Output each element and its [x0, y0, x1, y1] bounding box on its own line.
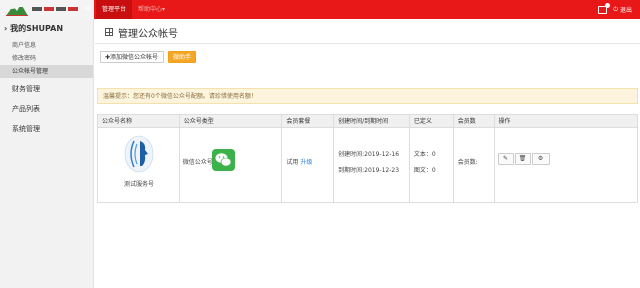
cell-account-type: 微信公众号: [180, 128, 283, 202]
add-account-button[interactable]: ✚添加微信公众帐号: [100, 51, 164, 63]
cell-plan: 试用 升级: [282, 128, 335, 202]
action-buttons: ✎ 🗑 ⚙: [497, 153, 551, 165]
logout-button[interactable]: ⏻ 退出: [613, 5, 632, 15]
cell-account-name: 测试服务号: [98, 128, 180, 202]
sidebar: › 我的SHUPAN 商户信息 修改密码 公众帐号管理 财务管理 产品列表 系统…: [0, 19, 94, 288]
cell-dates: 创建时间:2019-12-16 到期时间:2019-12-23: [334, 128, 410, 202]
table-row: 测试服务号 微信公众号 试用 升级 创建时间:2019-12-16 到期时间:2…: [98, 128, 637, 202]
assistant-button[interactable]: 微助手: [168, 51, 196, 63]
hamburger-icon[interactable]: ≡: [84, 4, 92, 14]
upgrade-link[interactable]: 升级: [300, 159, 312, 166]
column-header: 公众号类型: [180, 115, 283, 128]
cell-actions: ✎ 🗑 ⚙: [495, 128, 637, 202]
sidebar-item-finance[interactable]: 财务管理: [0, 80, 93, 98]
mountain-logo-icon: [6, 4, 28, 16]
sidebar-item-system[interactable]: 系统管理: [0, 120, 93, 138]
nav-help-center[interactable]: 帮助中心▾: [132, 0, 171, 19]
sidebar-item-merchant-info[interactable]: 商户信息: [0, 39, 93, 52]
defined-image-count: 图文：0: [413, 167, 436, 174]
divider: [95, 43, 640, 44]
member-count: 会员数:: [457, 159, 478, 166]
message-icon[interactable]: [598, 2, 611, 14]
gear-icon[interactable]: ⚙: [531, 153, 550, 165]
logo[interactable]: [0, 0, 94, 19]
notification-badge: [605, 2, 611, 8]
chevron-right-icon: ›: [4, 24, 8, 33]
top-right-actions: ⏻ 退出: [598, 0, 632, 19]
power-icon: ⏻: [613, 5, 618, 13]
logo-wordmark: [32, 7, 78, 11]
expiry-date: 到期时间:2019-12-23: [338, 167, 400, 174]
column-header: 操作: [498, 118, 511, 125]
logout-label: 退出: [619, 7, 632, 14]
defined-text-count: 文本：0: [413, 151, 436, 158]
column-header: 已定义: [410, 115, 454, 128]
sidebar-item-products[interactable]: 产品列表: [0, 100, 93, 118]
trash-icon[interactable]: 🗑: [514, 153, 531, 165]
accounts-table: 公众号名称 公众号类型 会员套餐 创建时间/到期时间 已定义 会员数 操作 测试…: [97, 114, 638, 203]
column-header: 创建时间/到期时间: [334, 115, 410, 128]
top-navbar: ≡ 管理平台 帮助中心▾ ⏻ 退出: [0, 0, 640, 19]
grid-icon: [105, 28, 113, 36]
alert-banner: 温馨提示：您还有0个微信公众号配额。请珍惜使用名额！: [97, 88, 638, 104]
account-name: 测试服务号: [123, 181, 154, 188]
nav-management-platform[interactable]: 管理平台: [96, 0, 133, 19]
sidebar-item-change-password[interactable]: 修改密码: [0, 52, 93, 65]
sidebar-item-account-management[interactable]: 公众帐号管理: [0, 65, 93, 78]
account-type: 微信公众号: [182, 159, 213, 166]
sidebar-section-my-shupan[interactable]: › 我的SHUPAN: [0, 19, 93, 39]
plan-name: 试用: [286, 159, 299, 166]
page-title: 管理公众帐号: [105, 25, 178, 40]
main-content: 管理公众帐号 ✚添加微信公众帐号 微助手 温馨提示：您还有0个微信公众号配额。请…: [95, 19, 640, 288]
top-nav: 管理平台 帮助中心▾: [96, 0, 171, 19]
sidebar-section-label: 我的SHUPAN: [10, 24, 64, 33]
cell-defined: 文本：0 图文：0: [410, 128, 454, 202]
edit-icon[interactable]: ✎: [497, 153, 514, 165]
column-header: 会员套餐: [282, 115, 335, 128]
page-title-text: 管理公众帐号: [118, 28, 178, 40]
wechat-icon: [211, 149, 235, 171]
account-avatar-icon[interactable]: [124, 135, 154, 173]
created-date: 创建时间:2019-12-16: [338, 151, 400, 158]
column-header: 会员数: [454, 115, 495, 128]
table-header: 公众号名称 公众号类型 会员套餐 创建时间/到期时间 已定义 会员数 操作: [98, 115, 637, 128]
plan-info: 试用 升级: [286, 157, 312, 166]
column-header: 公众号名称: [98, 115, 180, 128]
cell-members: 会员数:: [454, 128, 495, 202]
